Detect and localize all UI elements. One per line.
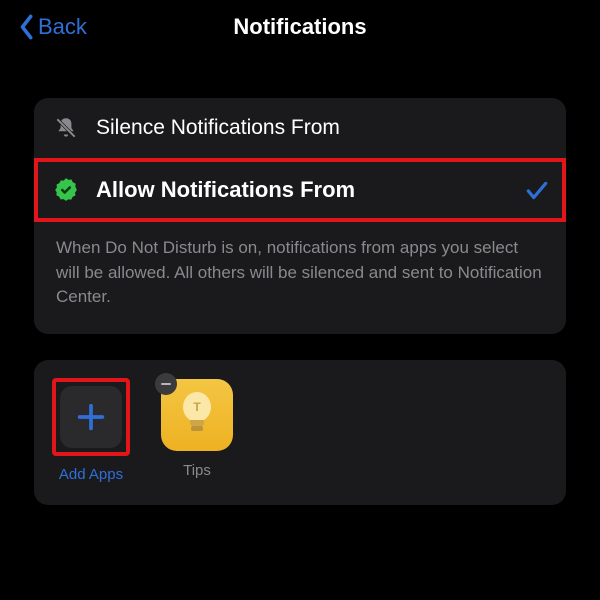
silence-option-row[interactable]: Silence Notifications From — [34, 98, 566, 158]
back-button[interactable]: Back — [18, 14, 87, 40]
tips-app-icon[interactable]: T — [160, 378, 234, 452]
app-item-tips[interactable]: T Tips — [158, 378, 236, 479]
allow-label: Allow Notifications From — [96, 177, 508, 203]
back-label: Back — [38, 14, 87, 40]
verified-badge-icon — [52, 176, 80, 204]
add-apps-button[interactable] — [52, 378, 130, 456]
add-apps-item[interactable]: Add Apps — [52, 378, 130, 483]
checkmark-icon — [524, 178, 548, 202]
silence-label: Silence Notifications From — [96, 116, 548, 140]
page-title: Notifications — [233, 14, 366, 40]
remove-app-button[interactable] — [155, 373, 177, 395]
tips-app-label: Tips — [183, 462, 211, 479]
apps-card: Add Apps T Tips — [34, 360, 566, 505]
nav-header: Back Notifications — [0, 0, 600, 58]
minus-icon — [159, 377, 173, 391]
add-apps-label: Add Apps — [59, 466, 123, 483]
lightbulb-icon: T — [177, 390, 217, 440]
chevron-left-icon — [18, 14, 34, 40]
svg-text:T: T — [193, 400, 201, 414]
option-description: When Do Not Disturb is on, notifications… — [34, 222, 566, 334]
allow-option-row[interactable]: Allow Notifications From — [34, 158, 566, 222]
plus-icon — [74, 400, 108, 434]
notification-mode-card: Silence Notifications From Allow Notific… — [34, 98, 566, 334]
bell-slash-icon — [52, 114, 80, 142]
